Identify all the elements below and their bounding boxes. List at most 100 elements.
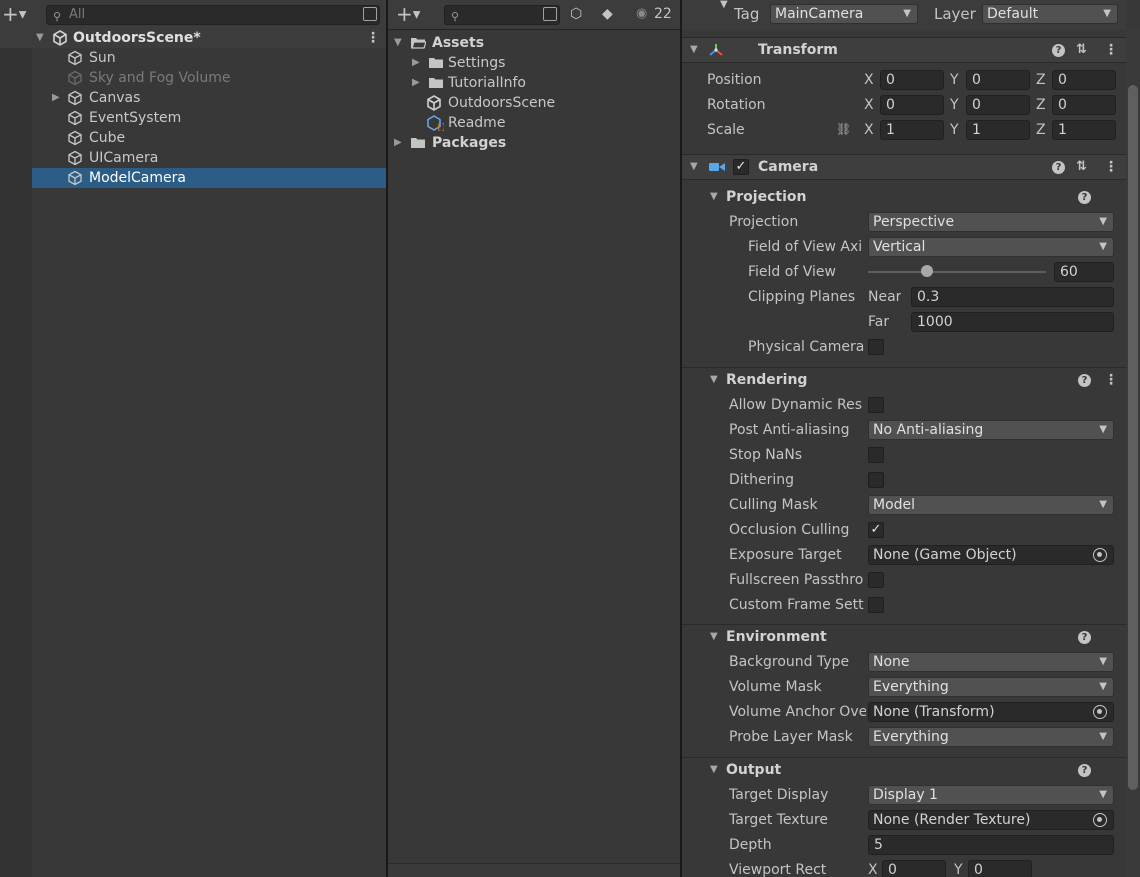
create-button[interactable]: +▼: [2, 4, 26, 26]
volume-anchor-field[interactable]: None (Transform): [868, 702, 1114, 722]
scene-row[interactable]: ▼ OutdoorsScene* ⋮: [0, 28, 386, 48]
hierarchy-item[interactable]: ModelCamera: [32, 168, 386, 188]
scale-z-axis-label[interactable]: Z: [1036, 120, 1046, 140]
help-icon[interactable]: ?: [1078, 631, 1091, 644]
rotation-y-axis-label[interactable]: Y: [950, 95, 959, 115]
expand-arrow-icon[interactable]: ▶: [52, 88, 60, 108]
position-z-axis-label[interactable]: Z: [1036, 70, 1046, 90]
hierarchy-item[interactable]: Sun: [32, 48, 386, 68]
stop-nans-checkbox[interactable]: [868, 447, 884, 463]
hierarchy-item[interactable]: Sky and Fog Volume: [32, 68, 386, 88]
help-icon[interactable]: ?: [1078, 191, 1091, 204]
scale-x-input[interactable]: 1: [880, 120, 944, 140]
section-menu-icon[interactable]: ⋮: [1104, 373, 1118, 387]
custom-frame-settings-checkbox[interactable]: [868, 597, 884, 613]
tree-item-packages[interactable]: ▶ Packages: [388, 133, 680, 153]
fov-input[interactable]: 60: [1054, 262, 1114, 282]
allow-dynamic-res-checkbox[interactable]: [868, 397, 884, 413]
projection-section-header[interactable]: ▼ Projection ?: [682, 187, 1126, 207]
fov-slider-track[interactable]: [868, 271, 1046, 273]
scale-z-input[interactable]: 1: [1052, 120, 1116, 140]
help-icon[interactable]: ?: [1052, 44, 1065, 57]
occlusion-culling-checkbox[interactable]: ✓: [868, 522, 884, 538]
scene-menu-icon[interactable]: ⋮: [366, 31, 380, 45]
expand-arrow-icon[interactable]: ▶: [412, 53, 420, 73]
projection-dropdown[interactable]: Perspective ▼: [868, 212, 1114, 232]
help-icon[interactable]: ?: [1078, 764, 1091, 777]
object-picker-icon[interactable]: [1093, 705, 1107, 719]
output-section-header[interactable]: ▼ Output ?: [682, 760, 1126, 780]
scale-y-input[interactable]: 1: [966, 120, 1030, 140]
environment-section-header[interactable]: ▼ Environment ?: [682, 627, 1126, 647]
viewport-x-input[interactable]: 0: [882, 860, 946, 877]
inspector-scrollbar[interactable]: [1126, 30, 1140, 877]
help-icon[interactable]: ?: [1078, 374, 1091, 387]
tree-item-settings[interactable]: ▶ Settings: [388, 53, 680, 73]
foldout-arrow-icon[interactable]: ▼: [710, 187, 718, 207]
exposure-target-field[interactable]: None (Game Object): [868, 545, 1114, 565]
culling-mask-dropdown[interactable]: Model ▼: [868, 495, 1114, 515]
foldout-arrow-icon[interactable]: ▼: [710, 370, 718, 390]
rotation-z-input[interactable]: 0: [1052, 95, 1116, 115]
fullscreen-passthrough-checkbox[interactable]: [868, 572, 884, 588]
expand-arrow-icon[interactable]: ▶: [394, 133, 402, 153]
filter-by-type-icon[interactable]: ⬡: [570, 6, 582, 22]
help-icon[interactable]: ?: [1052, 161, 1065, 174]
presets-icon[interactable]: ⇅: [1076, 160, 1087, 174]
target-display-dropdown[interactable]: Display 1 ▼: [868, 785, 1114, 805]
scale-y-axis-label[interactable]: Y: [950, 120, 959, 140]
tag-dropdown[interactable]: MainCamera ▼: [770, 4, 918, 24]
rotation-x-axis-label[interactable]: X: [864, 95, 874, 115]
dithering-checkbox[interactable]: [868, 472, 884, 488]
tree-item-outdoorsscene[interactable]: OutdoorsScene: [388, 93, 680, 113]
foldout-arrow-icon[interactable]: ▼: [710, 760, 718, 780]
fov-slider-handle[interactable]: [921, 265, 934, 277]
foldout-arrow-icon[interactable]: ▼: [690, 161, 698, 172]
project-horizontal-scrollbar[interactable]: [388, 863, 680, 877]
project-create-button[interactable]: +▼: [396, 4, 420, 26]
camera-header[interactable]: ▼ ✓ Camera ? ⇅ ⋮: [682, 154, 1126, 180]
expand-arrow-icon[interactable]: ▼: [394, 33, 402, 53]
component-menu-icon[interactable]: ⋮: [1104, 43, 1118, 57]
hierarchy-item[interactable]: Cube: [32, 128, 386, 148]
foldout-arrow-icon[interactable]: ▼: [690, 44, 698, 55]
object-picker-icon[interactable]: [1093, 548, 1107, 562]
rotation-z-axis-label[interactable]: Z: [1036, 95, 1046, 115]
component-menu-icon[interactable]: ⋮: [1104, 160, 1118, 174]
constrain-proportions-icon[interactable]: ⛓: [836, 122, 851, 136]
hierarchy-item[interactable]: ▶ Canvas: [32, 88, 386, 108]
tree-item-assets[interactable]: ▼ Assets: [388, 33, 680, 53]
position-z-input[interactable]: 0: [1052, 70, 1116, 90]
post-aa-dropdown[interactable]: No Anti-aliasing ▼: [868, 420, 1114, 440]
depth-input[interactable]: 5: [868, 835, 1114, 855]
hierarchy-search-input[interactable]: ⚲ All: [46, 5, 380, 25]
presets-icon[interactable]: ⇅: [1076, 43, 1087, 57]
hierarchy-item[interactable]: EventSystem: [32, 108, 386, 128]
tree-item-readme[interactable]: {} Readme: [388, 113, 680, 133]
expand-arrow-icon[interactable]: ▶: [412, 73, 420, 93]
tree-item-tutorialinfo[interactable]: ▶ TutorialInfo: [388, 73, 680, 93]
probe-layer-mask-dropdown[interactable]: Everything ▼: [868, 727, 1114, 747]
rotation-x-input[interactable]: 0: [880, 95, 944, 115]
physical-camera-checkbox[interactable]: [868, 339, 884, 355]
search-filter-icon[interactable]: [363, 7, 377, 21]
position-x-input[interactable]: 0: [880, 70, 944, 90]
position-y-input[interactable]: 0: [966, 70, 1030, 90]
hidden-packages-icon[interactable]: ◉: [636, 6, 647, 21]
project-search-input[interactable]: ⚲: [444, 5, 560, 25]
foldout-arrow-icon[interactable]: ▼: [710, 627, 718, 647]
layer-dropdown[interactable]: Default ▼: [982, 4, 1118, 24]
far-input[interactable]: 1000: [911, 312, 1114, 332]
fov-axis-dropdown[interactable]: Vertical ▼: [868, 237, 1114, 257]
background-type-dropdown[interactable]: None ▼: [868, 652, 1114, 672]
search-filter-icon[interactable]: [543, 7, 557, 21]
viewport-y-input[interactable]: 0: [968, 860, 1032, 877]
hierarchy-item[interactable]: UICamera: [32, 148, 386, 168]
position-x-axis-label[interactable]: X: [864, 70, 874, 90]
rotation-y-input[interactable]: 0: [966, 95, 1030, 115]
inspector-scrollbar-thumb[interactable]: [1128, 85, 1138, 790]
target-texture-field[interactable]: None (Render Texture): [868, 810, 1114, 830]
object-picker-icon[interactable]: [1093, 813, 1107, 827]
scale-x-axis-label[interactable]: X: [864, 120, 874, 140]
filter-by-label-icon[interactable]: ◆: [602, 6, 613, 22]
